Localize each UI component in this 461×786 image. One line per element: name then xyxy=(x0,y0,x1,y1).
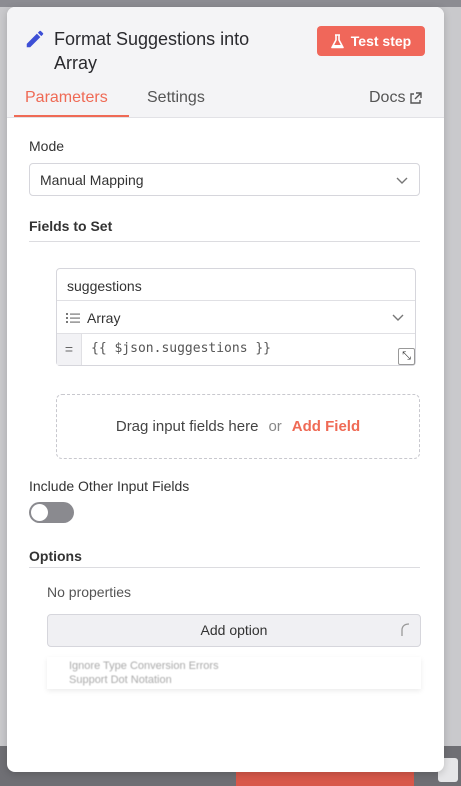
dropdown-item[interactable]: Support Dot Notation xyxy=(69,674,172,686)
chevron-down-icon xyxy=(396,177,408,184)
external-link-icon xyxy=(410,91,423,104)
field-assignment: suggestions Array = {{ $json.suggestions… xyxy=(56,268,416,366)
drop-zone[interactable]: Drag input fields here or Add Field xyxy=(56,394,420,459)
add-option-select[interactable]: Add option xyxy=(47,614,421,647)
field-type-value: Array xyxy=(87,310,121,326)
active-tab-indicator xyxy=(14,115,129,117)
panel-header: Format Suggestions into Array Test step … xyxy=(7,7,444,118)
tab-parameters[interactable]: Parameters xyxy=(25,89,108,107)
add-field-button[interactable]: Add Field xyxy=(292,418,360,435)
include-other-fields-toggle[interactable] xyxy=(29,502,74,523)
divider xyxy=(29,241,420,242)
docs-label: Docs xyxy=(369,89,406,106)
list-icon xyxy=(66,313,80,323)
toggle-knob xyxy=(31,504,48,521)
mode-value: Manual Mapping xyxy=(40,172,144,188)
expand-icon[interactable]: ⤡ xyxy=(398,348,415,365)
node-parameters-panel: Format Suggestions into Array Test step … xyxy=(7,7,444,772)
test-step-button[interactable]: Test step xyxy=(317,26,425,56)
divider xyxy=(29,567,420,568)
options-dropdown: Ignore Type Conversion Errors Support Do… xyxy=(47,657,421,689)
include-other-fields-label: Include Other Input Fields xyxy=(29,478,190,494)
dropdown-item[interactable]: Ignore Type Conversion Errors xyxy=(69,660,219,672)
flask-icon xyxy=(330,33,344,48)
field-type-select[interactable]: Array xyxy=(57,301,415,334)
mode-label: Mode xyxy=(29,138,65,154)
field-name-input[interactable]: suggestions xyxy=(57,269,415,301)
options-label: Options xyxy=(29,548,82,564)
fields-to-set-label: Fields to Set xyxy=(29,218,113,234)
mode-select[interactable]: Manual Mapping xyxy=(29,163,420,196)
cursor-icon xyxy=(401,623,410,636)
chevron-down-icon xyxy=(392,314,404,321)
add-option-label: Add option xyxy=(200,622,268,638)
node-title[interactable]: Format Suggestions into Array xyxy=(54,27,294,75)
test-step-label: Test step xyxy=(350,33,412,49)
expression-text[interactable]: {{ $json.suggestions }} xyxy=(91,341,271,356)
expression-icon: = xyxy=(57,334,82,365)
tab-settings[interactable]: Settings xyxy=(147,89,205,107)
drop-zone-text: Drag input fields here xyxy=(115,418,259,435)
background-strip-top xyxy=(0,0,461,7)
pencil-icon xyxy=(26,30,44,48)
drop-zone-or: or xyxy=(268,418,282,435)
field-value-expression[interactable]: = {{ $json.suggestions }} ⤡ xyxy=(57,334,415,365)
docs-link[interactable]: Docs xyxy=(369,89,423,107)
no-properties-text: No properties xyxy=(47,584,132,600)
